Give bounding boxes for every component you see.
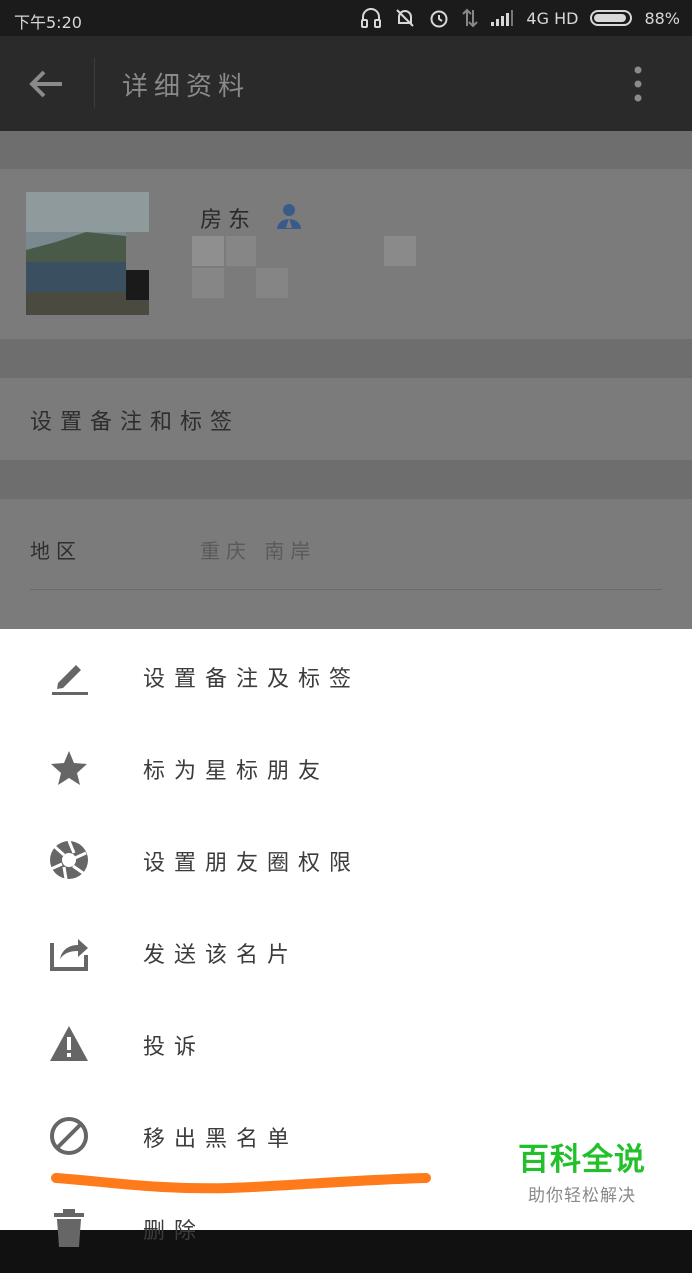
menu-label: 设置备注及标签 [143, 667, 361, 692]
status-icons: 4G HD 88% [360, 7, 680, 29]
profile-card: 房东 [0, 169, 692, 339]
signal-icon [490, 9, 514, 27]
redacted-block [192, 236, 224, 266]
highlight-stroke [51, 1173, 431, 1194]
share-icon [48, 931, 90, 973]
redacted-block [384, 236, 416, 266]
menu-label: 标为星标朋友 [143, 759, 330, 784]
region-row: 地区 重庆 南岸 [0, 499, 692, 629]
battery-fill [594, 14, 627, 22]
menu-item-moments-permission[interactable]: 设置朋友圈权限 [0, 813, 692, 905]
profile-content: 房东 设置备注和标签 地区 重庆 南岸 [0, 131, 692, 629]
menu-label: 发送该名片 [143, 943, 299, 968]
warning-icon [48, 1023, 90, 1065]
watermark-subtitle: 助你轻松解决 [528, 1186, 636, 1206]
status-time: 下午5:20 [14, 13, 82, 32]
redacted-block [192, 268, 224, 298]
row-divider [30, 589, 662, 590]
avatar[interactable] [26, 192, 149, 315]
more-vert-icon [634, 66, 642, 102]
contact-person-icon [274, 201, 304, 235]
avatar-image [26, 192, 149, 315]
redacted-block [256, 268, 288, 298]
menu-label: 移出黑名单 [143, 1127, 299, 1152]
contact-name: 房东 [200, 208, 257, 233]
menu-label: 设置朋友圈权限 [143, 851, 361, 876]
more-button[interactable] [624, 64, 652, 104]
alarm-icon [428, 7, 450, 29]
arrow-left-icon [29, 70, 62, 98]
battery-icon [590, 10, 633, 26]
name-row: 房东 [200, 201, 304, 235]
page-title: 详细资料 [122, 72, 251, 102]
region-label: 地区 [30, 539, 82, 563]
mute-bell-icon [394, 7, 416, 29]
watermark: 百科全说 助你轻松解决 [512, 1134, 652, 1206]
menu-label: 删除 [143, 1219, 206, 1244]
block-icon [48, 1115, 90, 1157]
battery-percent: 88% [644, 8, 680, 28]
menu-item-report[interactable]: 投诉 [0, 997, 692, 1089]
back-button[interactable] [22, 64, 72, 104]
menu-item-star-friend[interactable]: 标为星标朋友 [0, 721, 692, 813]
toolbar-divider [94, 58, 95, 108]
remark-row[interactable]: 设置备注和标签 [0, 378, 692, 460]
watermark-title: 百科全说 [518, 1142, 646, 1178]
menu-item-send-card[interactable]: 发送该名片 [0, 905, 692, 997]
headphones-icon [360, 7, 382, 29]
star-icon [48, 747, 90, 789]
aperture-icon [48, 839, 90, 881]
trash-icon [48, 1207, 90, 1249]
remark-label: 设置备注和标签 [30, 410, 241, 435]
region-value: 重庆 南岸 [200, 539, 317, 563]
toolbar: 详细资料 [0, 36, 692, 131]
status-bar: 下午5:20 4G HD 88% [0, 0, 692, 36]
redacted-block [226, 236, 256, 266]
network-label: 4G HD [526, 8, 579, 28]
menu-label: 投诉 [143, 1035, 206, 1060]
menu-item-set-remark[interactable]: 设置备注及标签 [0, 629, 692, 721]
edit-pen-icon [48, 655, 90, 697]
data-arrows-icon [462, 7, 479, 29]
